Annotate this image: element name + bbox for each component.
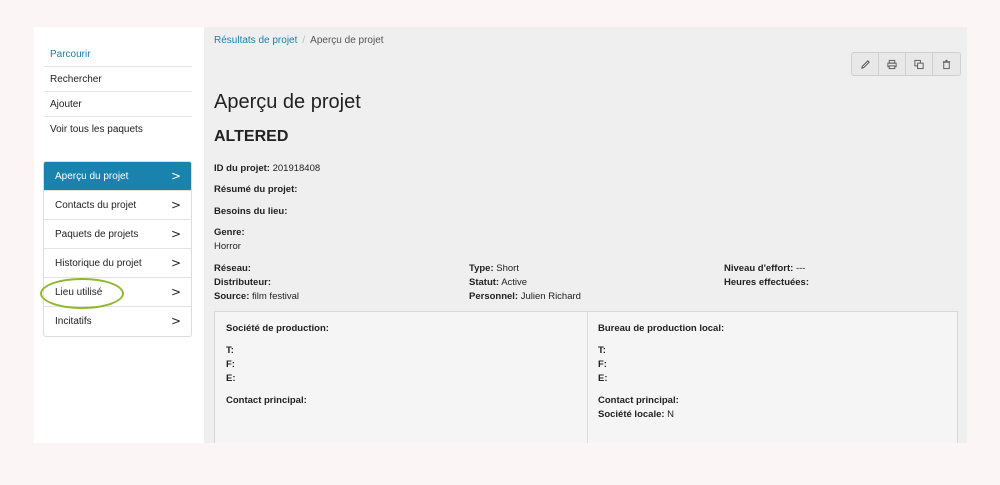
genre: Genre: [214, 227, 245, 238]
info-label: Réseau: [214, 263, 251, 274]
production-company-fax: F: [226, 359, 235, 370]
chevron-right-icon: > [170, 314, 181, 328]
info-effort: Niveau d'effort: --- [724, 262, 809, 276]
project-subnav: Aperçu du projet > Contacts du projet > … [43, 161, 192, 337]
action-toolbar [851, 52, 961, 76]
info-type: Type: Short [469, 262, 581, 276]
breadcrumb-separator: / [302, 35, 306, 46]
local-office-fax: F: [598, 359, 607, 370]
page-title: Aperçu de projet [214, 91, 361, 113]
project-summary: Résumé du projet: [214, 184, 297, 195]
info-label: Statut: [469, 277, 500, 288]
main-content: Résultats de projet / Aperçu de projet A… [204, 27, 967, 443]
location-needs-label: Besoins du lieu: [214, 206, 288, 217]
chevron-right-icon: > [170, 255, 181, 270]
breadcrumb-link[interactable]: Résultats de projet [214, 35, 297, 46]
info-hours: Heures effectuées: [724, 276, 809, 290]
subnav-historique[interactable]: Historique du projet > [44, 249, 191, 278]
info-value: Active [501, 277, 528, 288]
local-company: Société locale: N [598, 409, 675, 420]
contact-panel: Société de production: T: F: E: Contact … [214, 311, 958, 443]
production-company-email: E: [226, 373, 236, 384]
top-nav: Parcourir Rechercher Ajouter Voir tous l… [44, 42, 192, 142]
contact-divider [587, 312, 588, 443]
project-id: ID du projet: 201918408 [214, 163, 320, 174]
production-company-heading: Société de production: [226, 323, 329, 334]
production-company-contact: Contact principal: [226, 395, 307, 406]
nav-parcourir[interactable]: Parcourir [44, 42, 192, 67]
app-frame: Parcourir Rechercher Ajouter Voir tous l… [34, 27, 967, 443]
pencil-icon [860, 59, 870, 69]
nav-rechercher[interactable]: Rechercher [44, 67, 192, 92]
local-office-email: E: [598, 373, 608, 384]
local-office-heading: Bureau de production local: [598, 323, 725, 334]
subnav-paquets-label: Paquets de projets [55, 228, 139, 240]
subnav-incitatifs-label: Incitatifs [55, 316, 92, 327]
genre-label: Genre: [214, 227, 245, 238]
info-value: film festival [252, 291, 299, 302]
nav-voir-tous-paquets[interactable]: Voir tous les paquets [44, 117, 192, 142]
info-label: Niveau d'effort: [724, 263, 794, 274]
production-company-phone: T: [226, 345, 234, 356]
subnav-contacts-label: Contacts du projet [55, 199, 137, 211]
info-col-1: Réseau: Distributeur: Source: film festi… [214, 262, 299, 304]
chevron-right-icon: > [170, 226, 181, 241]
info-staff: Personnel: Julien Richard [469, 290, 581, 304]
local-office-contact: Contact principal: [598, 395, 679, 406]
copy-icon [914, 59, 924, 69]
genre-value: Horror [214, 241, 241, 252]
info-label: Type: [469, 263, 494, 274]
info-col-3: Niveau d'effort: --- Heures effectuées: [724, 262, 809, 290]
info-distributor: Distributeur: [214, 276, 299, 290]
subnav-incitatifs[interactable]: Incitatifs > [44, 307, 191, 336]
project-summary-label: Résumé du projet: [214, 184, 298, 195]
local-office-phone: T: [598, 345, 606, 356]
delete-button[interactable] [933, 53, 960, 75]
project-id-label: ID du projet: [214, 163, 270, 174]
subnav-apercu[interactable]: Aperçu du projet > [44, 162, 191, 191]
print-button[interactable] [879, 53, 906, 75]
project-id-value: 201918408 [272, 163, 321, 174]
chevron-right-icon: > [170, 197, 181, 212]
subnav-paquets[interactable]: Paquets de projets > [44, 220, 191, 249]
subnav-contacts[interactable]: Contacts du projet > [44, 191, 191, 220]
info-label: Distributeur: [214, 277, 271, 288]
location-needs: Besoins du lieu: [214, 206, 287, 217]
info-value: --- [795, 263, 806, 274]
local-production-office: Bureau de production local: T: F: E: Con… [598, 322, 724, 422]
info-value: Julien Richard [520, 291, 581, 302]
print-icon [887, 59, 897, 69]
info-label: Source: [214, 291, 250, 302]
trash-icon [942, 59, 951, 69]
chevron-right-icon: > [170, 284, 181, 299]
breadcrumb-current: Aperçu de projet [310, 35, 384, 46]
subnav-apercu-label: Aperçu du projet [55, 170, 129, 182]
nav-ajouter[interactable]: Ajouter [44, 92, 192, 117]
info-status: Statut: Active [469, 276, 581, 290]
breadcrumb: Résultats de projet / Aperçu de projet [214, 35, 384, 46]
sidebar: Parcourir Rechercher Ajouter Voir tous l… [34, 27, 204, 443]
info-network: Réseau: [214, 262, 299, 276]
info-label: Heures effectuées: [724, 277, 810, 288]
copy-button[interactable] [906, 53, 933, 75]
edit-button[interactable] [852, 53, 879, 75]
info-value: Short [496, 263, 519, 274]
subnav-historique-label: Historique du projet [55, 257, 142, 269]
info-label: Personnel: [469, 291, 519, 302]
info-source: Source: film festival [214, 290, 299, 304]
production-company: Société de production: T: F: E: Contact … [226, 322, 329, 408]
subnav-lieu-utilise-label: Lieu utilisé [55, 286, 103, 298]
subnav-lieu-utilise[interactable]: Lieu utilisé > [44, 278, 191, 307]
project-name: ALTERED [214, 128, 289, 145]
info-col-2: Type: Short Statut: Active Personnel: Ju… [469, 262, 581, 304]
chevron-right-icon: > [170, 168, 181, 183]
